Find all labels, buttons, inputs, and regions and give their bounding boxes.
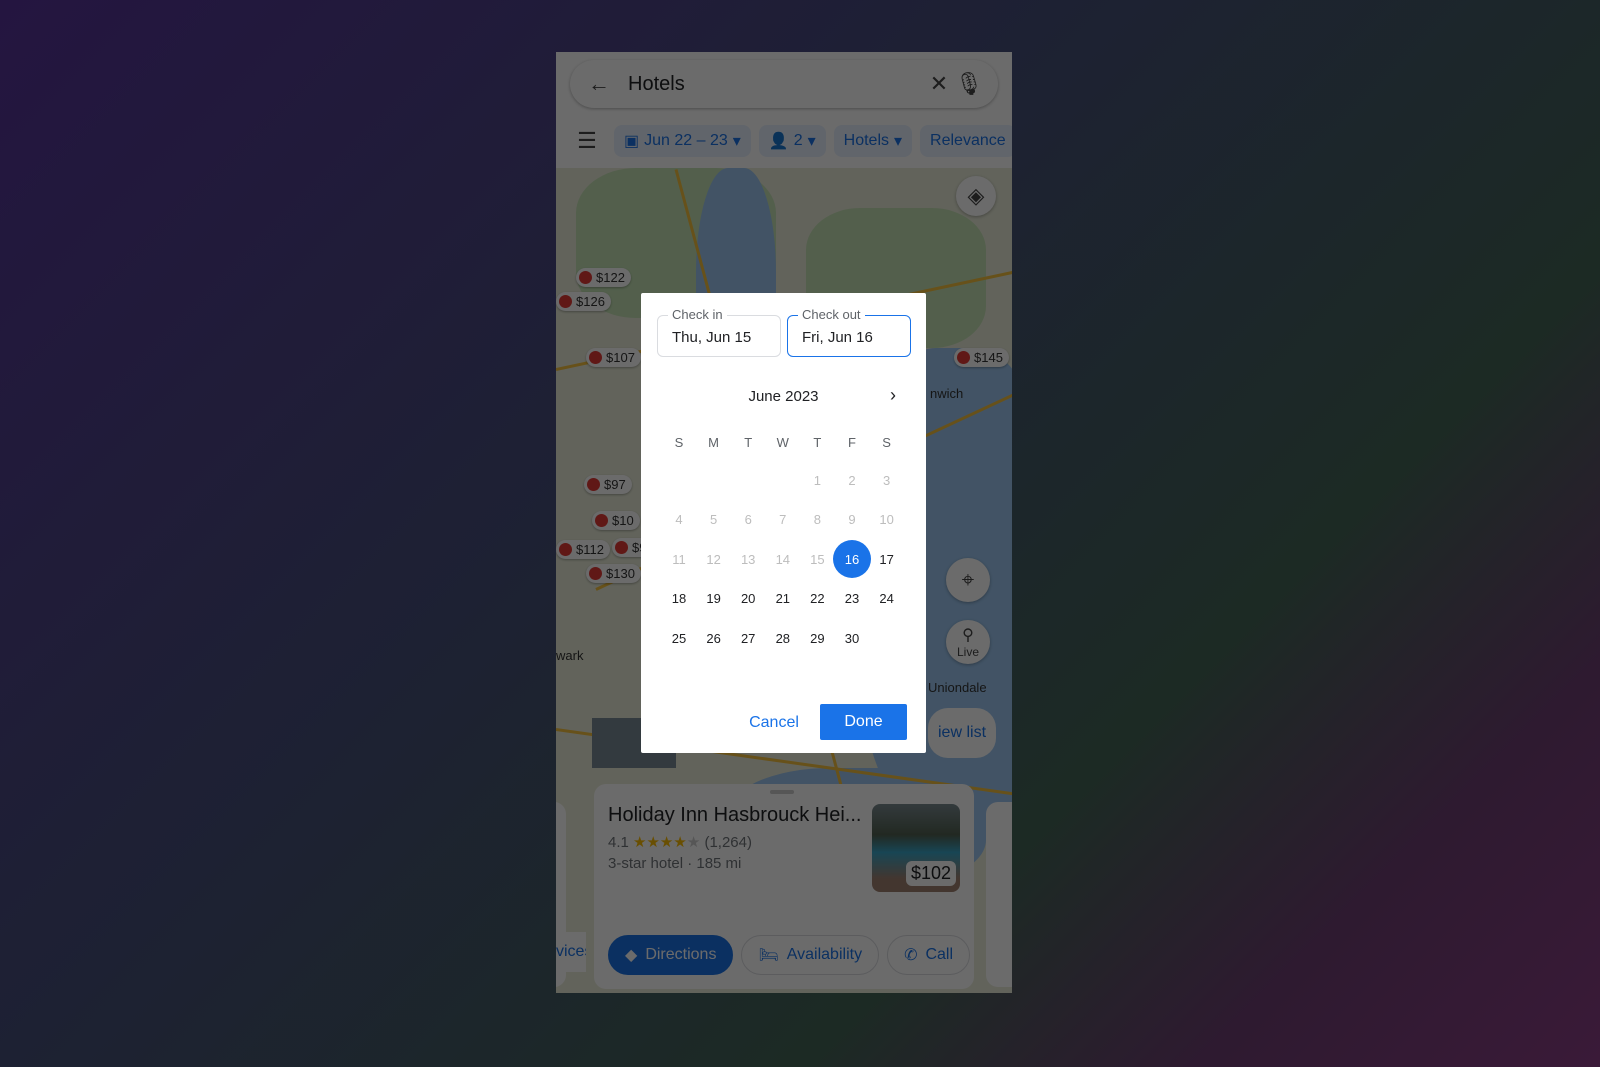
check-out-field[interactable]: Check out Fri, Jun 16 [787,307,911,357]
hotel-price-pin[interactable]: $122 [576,268,631,287]
date-picker-dialog: Check in Thu, Jun 15 Check out Fri, Jun 16… [641,293,926,753]
calendar-day[interactable]: 28 [764,619,802,657]
calendar-day[interactable]: 25 [660,619,698,657]
calendar-day: 15 [810,551,825,567]
calendar-day: 9 [848,512,856,528]
dropdown-icon: ▾ [894,133,903,150]
calendar-day: 5 [709,512,718,528]
hotel-price-pin[interactable]: $97 [584,475,632,494]
next-card[interactable] [986,802,1012,987]
hotel-photo[interactable]: $102 [872,804,960,892]
weekday-header: M [708,434,720,450]
calendar-day: 12 [706,551,721,567]
my-location-button[interactable]: ⌖ [946,558,990,602]
availability-button[interactable]: 🛏 Availability [741,935,880,975]
hotel-price-pin[interactable]: $112 [556,540,610,559]
live-view-button[interactable]: ⚲ Live [946,620,990,664]
mic-icon[interactable]: 🎙 [954,71,984,97]
hotel-price-pin[interactable]: $130 [586,564,641,583]
stars-icon: ★★★★ [633,834,687,851]
month-title: June 2023 [748,388,819,405]
calendar-icon: ▣ [624,133,640,150]
map-place-label: wark [556,648,584,663]
calendar-day: 13 [740,551,756,567]
hotel-price: $102 [905,861,956,886]
weekday-header: S [882,434,891,450]
calendar-day: 7 [779,512,787,528]
search-bar[interactable]: ← Hotels ✕ 🎙 [570,60,998,108]
cancel-button[interactable]: Cancel [739,705,809,741]
calendar-day[interactable]: 30 [833,619,871,657]
type-chip[interactable]: Hotels ▾ [833,125,913,157]
calendar-day: 14 [775,551,791,567]
map-place-label: nwich [930,386,964,401]
chevron-right-icon[interactable]: › [890,385,896,406]
weekday-header: F [848,434,856,450]
directions-icon: ◆ [625,947,638,964]
hotel-price-pin[interactable]: $126 [556,292,611,311]
weekday-header: T [813,434,822,450]
calendar-day: 4 [675,512,683,528]
dates-chip[interactable]: ▣ Jun 22 – 23 ▾ [614,125,751,157]
calendar-day: 2 [848,472,856,488]
weekday-header: T [744,434,753,450]
calendar-day[interactable]: 27 [729,619,767,657]
filter-sliders-icon[interactable]: ☰ [572,128,602,154]
hotel-price-pin[interactable]: $10 [592,511,640,530]
calendar-day[interactable]: 22 [798,580,836,618]
view-list-label: iew list [938,724,987,741]
live-label: Live [956,645,979,659]
search-input[interactable]: Hotels [628,73,924,96]
calendar-day[interactable]: 23 [833,580,871,618]
prev-card-action[interactable]: vices [556,932,586,972]
dropdown-icon: ▾ [807,133,816,150]
calendar-day[interactable]: 20 [729,580,767,618]
arrow-left-icon[interactable]: ← [584,71,614,97]
calendar-day: 10 [879,512,894,528]
weekday-header: W [776,434,789,450]
calendar-day[interactable]: 16 [833,540,871,579]
drag-handle[interactable] [770,790,794,794]
hotel-price-pin[interactable]: $145 [954,348,1009,367]
calendar-day: 11 [672,551,686,567]
weekday-header: S [674,434,684,450]
done-button[interactable]: Done [820,704,907,740]
sort-chip[interactable]: Relevance [920,125,1012,157]
calendar-day: 1 [813,472,821,488]
close-icon[interactable]: ✕ [924,71,954,97]
calendar-day[interactable]: 21 [764,580,802,618]
person-icon: 👤 [768,133,789,150]
calendar-day[interactable]: 26 [695,619,733,657]
directions-button[interactable]: ◆ Directions [608,935,734,975]
view-list-button[interactable]: iew list [928,708,997,758]
dropdown-icon: ▾ [732,133,741,150]
call-button[interactable]: ✆ Call [887,935,971,975]
crosshair-icon: ⌖ [961,567,975,592]
map-place-label: Uniondale [928,680,987,695]
hotel-price-pin[interactable]: $107 [586,348,641,367]
guests-chip[interactable]: 👤 2 ▾ [758,125,826,157]
calendar-day: 6 [744,512,752,528]
bed-icon: 🛏 [758,947,779,964]
hotel-card[interactable]: Holiday Inn Hasbrouck Hei... 4.1 ★★★★★ (… [594,784,974,989]
layers-icon: ◈ [967,183,985,208]
calendar-day[interactable]: 18 [660,580,698,618]
calendar-day[interactable]: 17 [868,540,906,578]
location-pin-icon: ⚲ [962,627,974,644]
calendar-day[interactable]: 24 [868,580,906,618]
check-in-field[interactable]: Check in Thu, Jun 15 [657,307,781,357]
layers-button[interactable]: ◈ [956,176,996,216]
calendar-day: 8 [813,512,821,528]
calendar-day[interactable]: 19 [695,580,733,618]
calendar-day: 3 [882,472,891,488]
phone-icon: ✆ [904,947,918,964]
calendar-day[interactable]: 29 [798,619,836,657]
